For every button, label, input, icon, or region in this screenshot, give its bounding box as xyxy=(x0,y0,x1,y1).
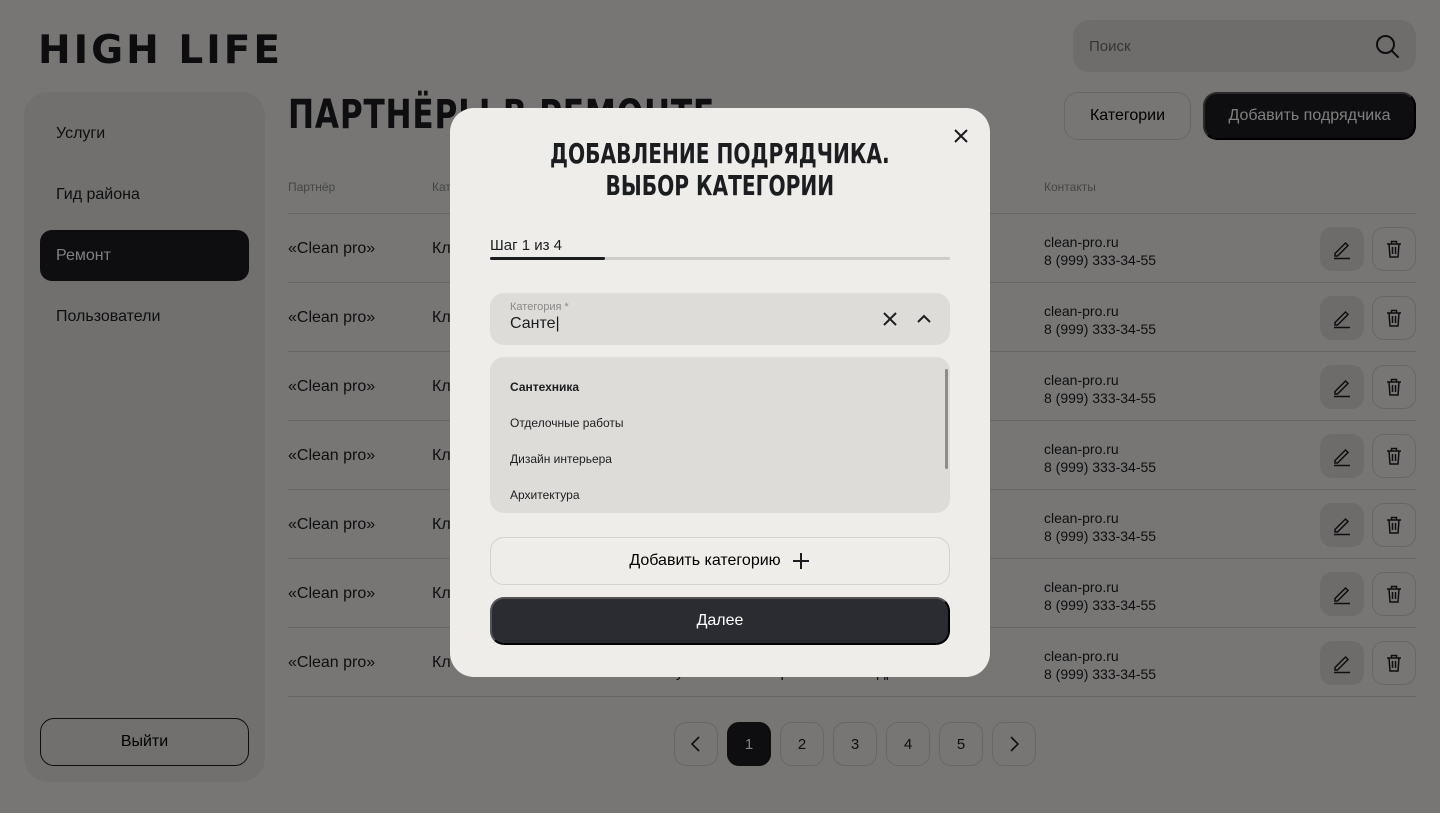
modal-title: Добавление подрядчика. Выбор категории xyxy=(550,137,890,202)
dropdown-option-architecture[interactable]: Архитектура xyxy=(490,477,950,513)
plus-icon xyxy=(792,553,809,569)
dropdown-option-finishing[interactable]: Отделочные работы xyxy=(490,405,950,441)
category-field-label: Категория * xyxy=(510,301,569,313)
add-contractor-modal: Добавление подрядчика. Выбор категории Ша… xyxy=(450,108,990,677)
clear-icon[interactable] xyxy=(880,309,900,329)
category-combobox[interactable]: Категория * xyxy=(490,293,950,345)
dropdown-scrollbar[interactable] xyxy=(945,369,948,469)
step-indicator: Шаг 1 из 4 xyxy=(490,237,563,254)
add-category-label: Добавить категорию xyxy=(629,552,781,569)
category-dropdown: Сантехника Отделочные работы Дизайн инте… xyxy=(490,357,950,513)
next-button[interactable]: Далее xyxy=(490,597,950,645)
add-category-button[interactable]: Добавить категорию xyxy=(490,537,950,585)
chevron-up-icon[interactable] xyxy=(914,309,934,329)
dropdown-option-plumbing[interactable]: Сантехника xyxy=(490,369,950,405)
category-input[interactable] xyxy=(510,315,850,333)
step-progress-bar xyxy=(490,257,950,260)
dropdown-option-interior-design[interactable]: Дизайн интерьера xyxy=(490,441,950,477)
